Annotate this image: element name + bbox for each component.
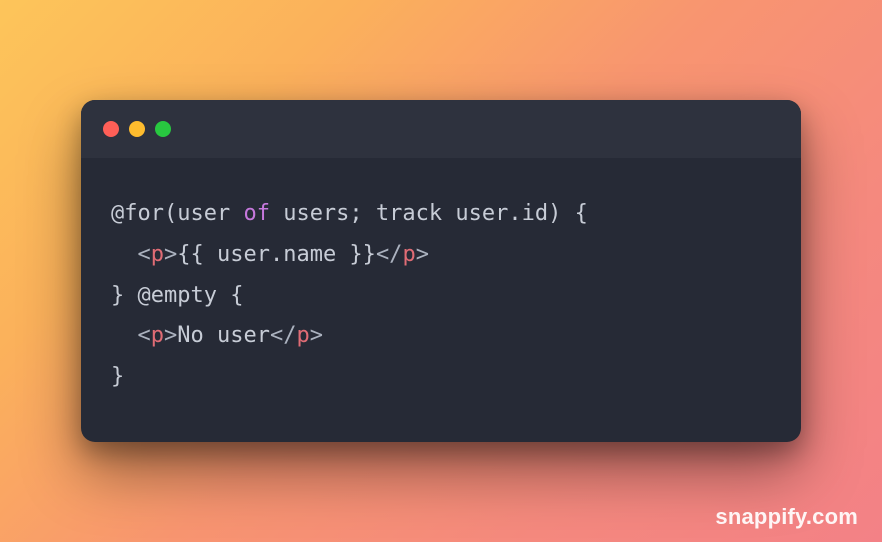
- code-token: <: [111, 323, 151, 348]
- code-token: p: [296, 323, 309, 348]
- code-token: {{ user.name }}: [177, 242, 376, 267]
- code-token: >: [164, 323, 177, 348]
- code-token: >: [310, 323, 323, 348]
- code-token: users; track user.id) {: [270, 201, 588, 226]
- code-token: </: [270, 323, 297, 348]
- code-token: } @empty {: [111, 283, 243, 308]
- code-token: of: [243, 201, 270, 226]
- code-token: p: [402, 242, 415, 267]
- minimize-icon[interactable]: [129, 121, 145, 137]
- window-titlebar: [81, 100, 801, 158]
- code-token: p: [151, 323, 164, 348]
- code-token: @for(user: [111, 201, 243, 226]
- code-token: >: [416, 242, 429, 267]
- code-token: </: [376, 242, 403, 267]
- code-token: <: [111, 242, 151, 267]
- code-token: }: [111, 364, 124, 389]
- code-window: @for(user of users; track user.id) { <p>…: [81, 100, 801, 441]
- watermark: snappify.com: [715, 504, 858, 530]
- code-token: No user: [177, 323, 270, 348]
- code-token: >: [164, 242, 177, 267]
- maximize-icon[interactable]: [155, 121, 171, 137]
- close-icon[interactable]: [103, 121, 119, 137]
- code-token: p: [151, 242, 164, 267]
- code-content: @for(user of users; track user.id) { <p>…: [81, 158, 801, 441]
